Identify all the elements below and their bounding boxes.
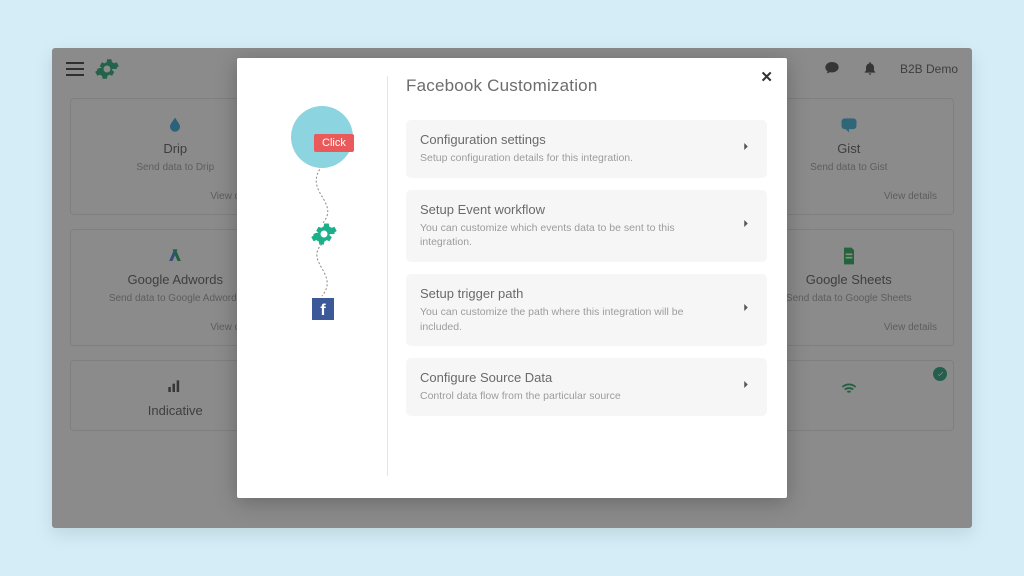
facebook-icon: f bbox=[312, 298, 334, 320]
option-title: Configuration settings bbox=[420, 132, 727, 147]
customization-modal: ✕ Click f Facebook Customizat bbox=[237, 58, 787, 498]
modal-flow-graphic: Click f bbox=[257, 76, 387, 476]
modal-content: Facebook Customization Configuration set… bbox=[394, 76, 767, 476]
modal-overlay[interactable]: ✕ Click f Facebook Customizat bbox=[52, 48, 972, 528]
option-sub: Control data flow from the particular so… bbox=[420, 389, 727, 404]
option-title: Setup Event workflow bbox=[420, 202, 727, 217]
option-configuration-settings[interactable]: Configuration settings Setup configurati… bbox=[406, 120, 767, 178]
option-title: Setup trigger path bbox=[420, 286, 727, 301]
option-sub: Setup configuration details for this int… bbox=[420, 151, 727, 166]
chevron-right-icon bbox=[739, 139, 753, 158]
chevron-right-icon bbox=[739, 301, 753, 320]
option-sub: You can customize the path where this in… bbox=[420, 305, 727, 334]
click-label: Click bbox=[314, 134, 354, 152]
divider bbox=[387, 76, 388, 476]
option-event-workflow[interactable]: Setup Event workflow You can customize w… bbox=[406, 190, 767, 262]
close-icon[interactable]: ✕ bbox=[760, 68, 773, 86]
option-title: Configure Source Data bbox=[420, 370, 727, 385]
chevron-right-icon bbox=[739, 378, 753, 397]
option-source-data[interactable]: Configure Source Data Control data flow … bbox=[406, 358, 767, 416]
modal-title: Facebook Customization bbox=[406, 76, 767, 96]
gear-icon bbox=[310, 220, 338, 248]
chevron-right-icon bbox=[739, 216, 753, 235]
option-trigger-path[interactable]: Setup trigger path You can customize the… bbox=[406, 274, 767, 346]
app-frame: B2B Demo Drip Send data to Drip View det… bbox=[52, 48, 972, 528]
option-sub: You can customize which events data to b… bbox=[420, 221, 727, 250]
